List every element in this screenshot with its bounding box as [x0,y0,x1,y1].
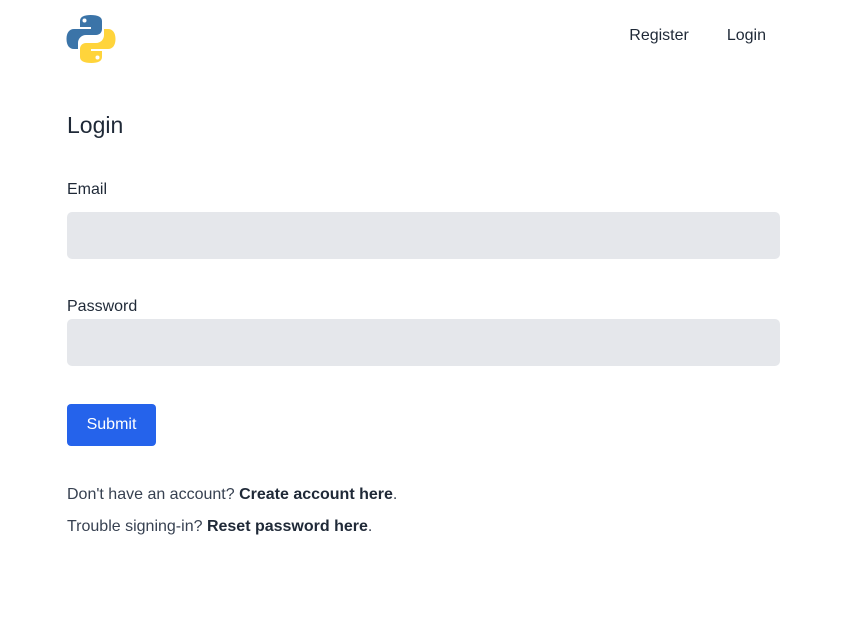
email-field[interactable] [67,212,780,259]
top-nav: Register Login [629,26,766,46]
reset-password-line: Trouble signing-in? Reset password here. [67,517,372,537]
python-logo-icon[interactable] [66,14,116,64]
password-label: Password [67,298,138,315]
login-page: Register Login Login Email Password Subm… [0,0,842,619]
page-title: Login [67,112,124,138]
reset-password-link[interactable]: Reset password here [207,518,368,535]
nav-register-link[interactable]: Register [629,26,689,46]
create-account-link[interactable]: Create account here [239,486,393,503]
create-account-prefix: Don't have an account? [67,486,240,503]
create-account-suffix: . [392,486,398,503]
reset-password-prefix: Trouble signing-in? [67,518,207,535]
email-label: Email [67,181,108,198]
password-field[interactable] [67,319,780,366]
create-account-line: Don't have an account? Create account he… [67,485,397,505]
reset-password-suffix: . [367,518,373,535]
nav-login-link[interactable]: Login [727,26,766,46]
submit-button[interactable]: Submit [67,404,156,446]
